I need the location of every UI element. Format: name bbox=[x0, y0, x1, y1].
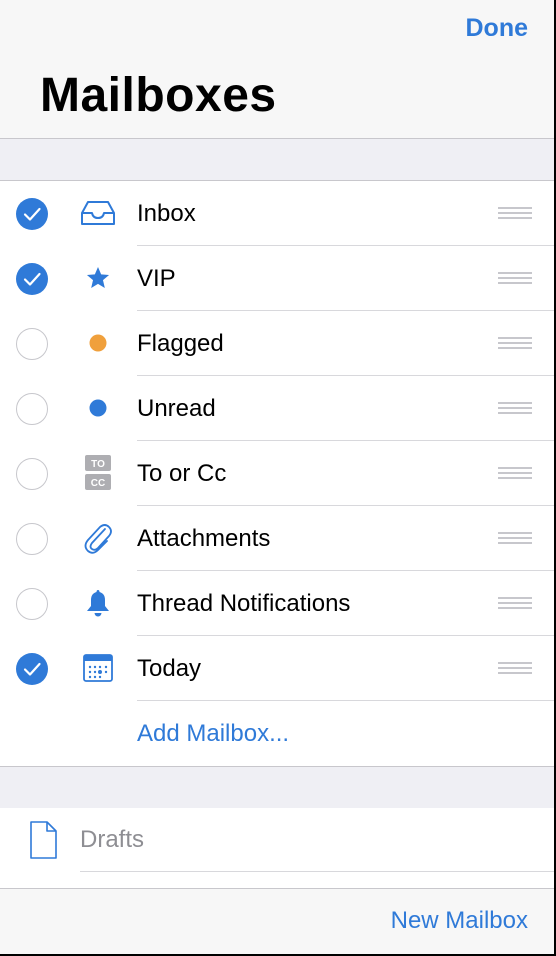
mailbox-label: Flagged bbox=[137, 330, 224, 357]
reorder-handle-icon[interactable] bbox=[498, 662, 532, 674]
document-icon bbox=[28, 821, 58, 859]
checkmark-icon[interactable] bbox=[16, 263, 48, 295]
mailbox-label: VIP bbox=[137, 265, 176, 292]
blue-dot-icon bbox=[80, 390, 116, 426]
mailbox-label: Thread Notifications bbox=[137, 590, 351, 617]
reorder-handle-icon[interactable] bbox=[498, 337, 532, 349]
cc-badge-text: CC bbox=[91, 478, 105, 489]
orange-dot-icon bbox=[80, 325, 116, 361]
mailbox-row-unread[interactable]: Unread bbox=[0, 376, 554, 441]
mailbox-label: Inbox bbox=[137, 200, 196, 227]
inbox-tray-icon bbox=[80, 195, 116, 231]
checkmark-icon[interactable] bbox=[16, 653, 48, 685]
bell-icon bbox=[80, 585, 116, 621]
nav-header: Done Mailboxes bbox=[0, 0, 554, 139]
checkmark-icon[interactable] bbox=[16, 198, 48, 230]
to-cc-icon: TO CC bbox=[80, 455, 116, 491]
mailbox-row-today[interactable]: Today bbox=[0, 636, 554, 701]
unchecked-circle-icon[interactable] bbox=[16, 328, 48, 360]
mailbox-label: Today bbox=[137, 655, 202, 682]
mailbox-label: Unread bbox=[137, 395, 216, 422]
mailbox-row-to-or-cc[interactable]: TO CC To or Cc bbox=[0, 441, 554, 506]
mailbox-row-inbox[interactable]: Inbox bbox=[0, 181, 554, 246]
reorder-handle-icon[interactable] bbox=[498, 207, 532, 219]
mailbox-row-flagged[interactable]: Flagged bbox=[0, 311, 554, 376]
add-mailbox-button[interactable]: Add Mailbox... bbox=[137, 701, 289, 766]
reorder-handle-icon[interactable] bbox=[498, 272, 532, 284]
unchecked-circle-icon[interactable] bbox=[16, 393, 48, 425]
mailbox-row-thread-notifications[interactable]: Thread Notifications bbox=[0, 571, 554, 636]
unchecked-circle-icon[interactable] bbox=[16, 588, 48, 620]
section-gap bbox=[0, 139, 554, 181]
mailboxes-screen: Done Mailboxes Inbox VIP Flagged Unread … bbox=[0, 0, 556, 956]
drafts-label: Drafts bbox=[80, 826, 145, 853]
bottom-toolbar: New Mailbox bbox=[0, 888, 554, 954]
mailbox-row-vip[interactable]: VIP bbox=[0, 246, 554, 311]
list-continuation bbox=[0, 872, 554, 888]
mailbox-label: To or Cc bbox=[137, 460, 227, 487]
reorder-handle-icon[interactable] bbox=[498, 467, 532, 479]
mailbox-list: Inbox VIP Flagged Unread TO CC To or Cc … bbox=[0, 181, 554, 766]
done-button[interactable]: Done bbox=[466, 14, 529, 43]
drafts-row[interactable]: Drafts bbox=[0, 808, 554, 872]
star-icon bbox=[80, 260, 116, 296]
to-badge-text: TO bbox=[91, 459, 105, 470]
new-mailbox-button[interactable]: New Mailbox bbox=[391, 907, 528, 935]
mailbox-row-attachments[interactable]: Attachments bbox=[0, 506, 554, 571]
reorder-handle-icon[interactable] bbox=[498, 597, 532, 609]
calendar-icon bbox=[80, 650, 116, 686]
mailbox-label: Attachments bbox=[137, 525, 271, 552]
section-gap bbox=[0, 766, 554, 809]
unchecked-circle-icon[interactable] bbox=[16, 458, 48, 490]
reorder-handle-icon[interactable] bbox=[498, 402, 532, 414]
unchecked-circle-icon[interactable] bbox=[16, 523, 48, 555]
add-mailbox-row[interactable]: Add Mailbox... bbox=[0, 701, 554, 766]
page-title: Mailboxes bbox=[40, 69, 277, 122]
reorder-handle-icon[interactable] bbox=[498, 532, 532, 544]
paperclip-icon bbox=[80, 520, 116, 556]
